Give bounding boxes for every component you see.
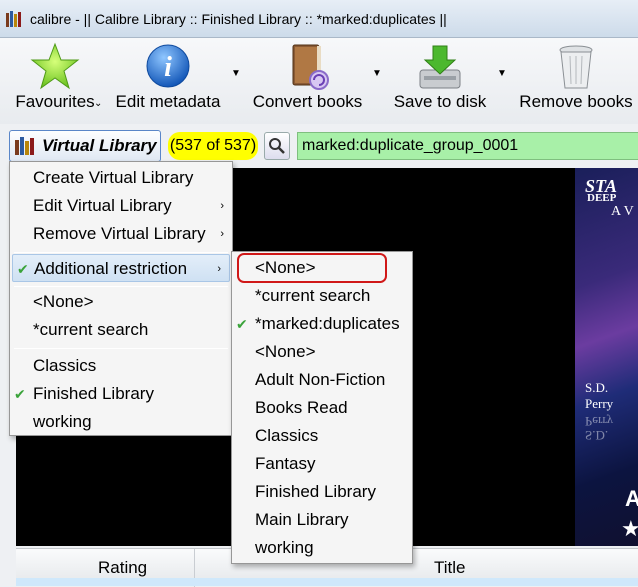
- info-icon: i: [146, 44, 190, 88]
- chevron-down-icon[interactable]: ⌄: [94, 98, 102, 109]
- rating-star-icon: ★: [621, 516, 638, 541]
- additional-restriction-submenu: <None> *current search ✔ *marked:duplica…: [231, 251, 413, 564]
- menu-item-label: *current search: [255, 286, 371, 305]
- save-to-disk-button[interactable]: Save to disk: [388, 38, 492, 124]
- menu-item-label: Remove Virtual Library: [33, 224, 206, 243]
- magnifier-icon: [269, 138, 285, 154]
- menu-item-edit-virtual-library[interactable]: Edit Virtual Library ›: [10, 192, 232, 220]
- check-mark-icon: ✔: [17, 261, 29, 277]
- remove-books-button[interactable]: Remove books: [518, 38, 634, 124]
- edit-metadata-button[interactable]: i Edit metadata: [112, 38, 224, 124]
- menu-item-label: Adult Non-Fiction: [255, 370, 386, 389]
- restriction-item-working[interactable]: working: [232, 534, 412, 562]
- cover-reflection-first: S.D.: [585, 428, 609, 443]
- edit-metadata-dropdown-icon[interactable]: ▼: [231, 68, 241, 79]
- save-to-disk-label: Save to disk: [393, 92, 487, 111]
- menu-separator: [14, 252, 228, 253]
- main-toolbar: Favourites ⌄ i Edit metadata ▼ Convert b…: [0, 38, 638, 124]
- virtual-library-button[interactable]: Virtual Library: [9, 130, 161, 162]
- menu-item-label: Books Read: [255, 398, 348, 417]
- edit-metadata-label: Edit metadata: [115, 92, 221, 111]
- books-icon: [15, 137, 34, 155]
- cover-big-letter: A: [625, 486, 638, 511]
- save-to-disk-dropdown-icon[interactable]: ▼: [497, 68, 507, 79]
- remove-books-label: Remove books: [519, 92, 633, 111]
- convert-books-label: Convert books: [252, 92, 363, 111]
- submenu-arrow-icon: ›: [217, 263, 221, 275]
- restriction-item-adult-non-fiction[interactable]: Adult Non-Fiction: [232, 366, 412, 394]
- submenu-arrow-icon: ›: [220, 200, 224, 212]
- restriction-item-fantasy[interactable]: Fantasy: [232, 450, 412, 478]
- menu-item-working[interactable]: working: [10, 408, 232, 436]
- menu-item-label: Fantasy: [255, 454, 316, 473]
- menu-separator: [14, 286, 228, 287]
- restriction-item-current-search[interactable]: *current search: [232, 282, 412, 310]
- convert-book-icon: [292, 44, 329, 90]
- favourites-label: Favourites: [15, 92, 95, 111]
- menu-item-label: Classics: [33, 356, 97, 375]
- check-mark-icon: ✔: [236, 316, 248, 332]
- menu-item-current-search[interactable]: *current search: [10, 316, 232, 344]
- menu-item-label: <None>: [33, 292, 94, 311]
- menu-item-create-virtual-library[interactable]: Create Virtual Library: [10, 164, 232, 192]
- column-header-rating[interactable]: Rating: [98, 558, 147, 578]
- window-title: calibre - || Calibre Library :: Finished…: [30, 10, 447, 27]
- menu-item-label: working: [255, 538, 314, 557]
- menu-item-label: Create Virtual Library: [33, 168, 194, 187]
- check-mark-icon: ✔: [14, 386, 26, 402]
- virtual-library-label: Virtual Library: [42, 136, 157, 155]
- calibre-app-icon: [6, 10, 21, 27]
- restriction-item-classics[interactable]: Classics: [232, 422, 412, 450]
- menu-item-label: <None>: [255, 342, 316, 361]
- menu-item-label: Additional restriction: [34, 259, 188, 278]
- favourites-button[interactable]: Favourites ⌄: [10, 38, 102, 124]
- book-count-badge: (537 of 537): [168, 132, 258, 160]
- menu-item-classics[interactable]: Classics: [10, 352, 232, 380]
- virtual-library-menu: Create Virtual Library Edit Virtual Libr…: [9, 161, 233, 436]
- restriction-item-none-saved[interactable]: <None>: [232, 338, 412, 366]
- cover-author-first: S.D.: [585, 380, 609, 395]
- restriction-item-books-read[interactable]: Books Read: [232, 394, 412, 422]
- column-header-title[interactable]: Title: [434, 558, 466, 578]
- book-cover[interactable]: STA DEEP A V S.D. Perry Perry S.D. A ★: [575, 168, 638, 546]
- submenu-arrow-icon: ›: [220, 228, 224, 240]
- search-button[interactable]: [264, 132, 290, 160]
- menu-item-none[interactable]: <None>: [10, 288, 232, 316]
- menu-separator: [14, 348, 228, 349]
- cover-title-line3: A V: [611, 204, 634, 219]
- menu-item-label: Edit Virtual Library: [33, 196, 172, 215]
- menu-item-finished-library[interactable]: ✔ Finished Library: [10, 380, 232, 408]
- menu-item-label: Finished Library: [255, 482, 376, 501]
- restriction-item-marked-duplicates[interactable]: ✔ *marked:duplicates: [232, 310, 412, 338]
- menu-item-label: Main Library: [255, 510, 349, 529]
- restriction-item-finished-library[interactable]: Finished Library: [232, 478, 412, 506]
- cover-author-last: Perry: [585, 396, 614, 411]
- menu-item-label: Classics: [255, 426, 319, 445]
- menu-item-label: working: [33, 412, 92, 431]
- cover-title-line2: DEEP: [587, 192, 617, 204]
- convert-books-button[interactable]: Convert books: [250, 38, 365, 124]
- menu-item-label: Finished Library: [33, 384, 154, 403]
- title-bar: calibre - || Calibre Library :: Finished…: [0, 0, 638, 38]
- annotation-highlight-ring: [237, 253, 387, 283]
- search-input[interactable]: marked:duplicate_group_0001: [297, 132, 638, 160]
- star-icon: [30, 42, 80, 90]
- menu-item-label: *current search: [33, 320, 149, 339]
- convert-books-dropdown-icon[interactable]: ▼: [372, 68, 382, 79]
- menu-item-label: *marked:duplicates: [255, 314, 400, 333]
- selected-row-strip[interactable]: [16, 578, 638, 586]
- menu-item-additional-restriction[interactable]: ✔ Additional restriction ›: [12, 254, 230, 282]
- restriction-item-main-library[interactable]: Main Library: [232, 506, 412, 534]
- save-disk-icon: [419, 45, 461, 89]
- svg-text:i: i: [164, 52, 172, 83]
- trash-icon: [559, 45, 593, 89]
- menu-item-remove-virtual-library[interactable]: Remove Virtual Library ›: [10, 220, 232, 248]
